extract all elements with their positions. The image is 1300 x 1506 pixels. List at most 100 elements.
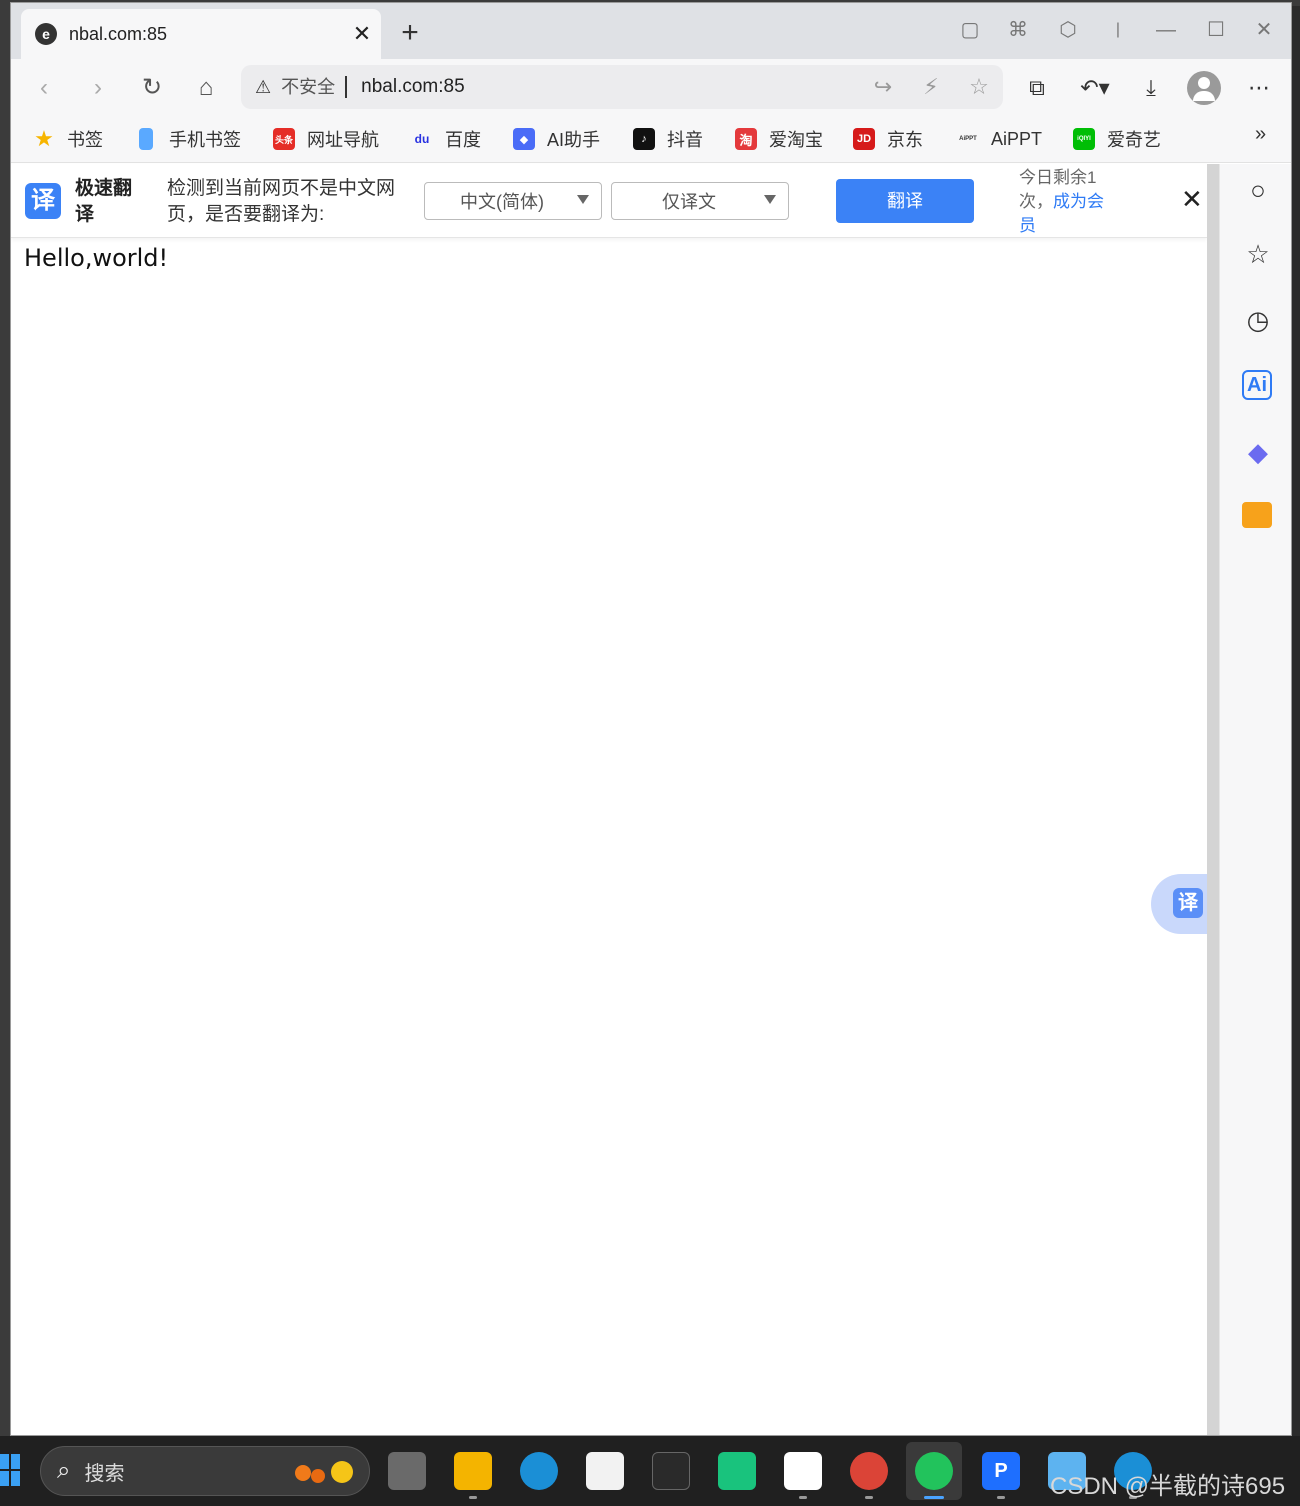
- persimmon-decoration-icon: [291, 1453, 361, 1489]
- running-indicator: [469, 1496, 477, 1499]
- translate-mode-select[interactable]: 仅译文: [611, 182, 789, 220]
- extensions-icon[interactable]: ⧉: [1019, 71, 1055, 105]
- running-indicator: [997, 1496, 1005, 1499]
- page-body-text: Hello,world!: [24, 244, 169, 272]
- bookmark-label: AI助手: [547, 130, 601, 150]
- target-language-select[interactable]: 中文(简体): [424, 182, 602, 220]
- wechat-icon[interactable]: [915, 1452, 953, 1490]
- favorites-star-icon[interactable]: ☆: [1242, 238, 1274, 270]
- bookmarks-more-button[interactable]: »: [1255, 123, 1266, 146]
- translate-product-name: 极速翻译: [75, 178, 133, 225]
- history-clock-icon[interactable]: ◷: [1242, 304, 1274, 336]
- undo-menu-icon[interactable]: ↶▾: [1077, 71, 1113, 105]
- bookmark-label: 爱奇艺: [1107, 130, 1161, 150]
- url-text[interactable]: nbal.com:85: [361, 76, 859, 98]
- csdn-watermark: CSDN @半截的诗695: [1050, 1473, 1286, 1500]
- baidu-paw-icon: du: [414, 132, 430, 146]
- browser-window: e nbal.com:85 ✕ + ▢ ⌘ ⬡ | — ☐ ✕ ‹ › ↻ ⌂ …: [10, 2, 1292, 1436]
- bookmark-item[interactable]: 手机书签: [135, 125, 241, 153]
- edge-icon[interactable]: [520, 1452, 558, 1490]
- game-controller-icon[interactable]: ◆: [1242, 436, 1274, 468]
- translate-close-icon[interactable]: ✕: [1181, 186, 1203, 212]
- taskbar-search-placeholder: 搜索: [84, 1462, 125, 1485]
- bookmark-item[interactable]: JD 京东: [853, 125, 923, 153]
- bookmark-item[interactable]: ★ 书签: [33, 125, 103, 153]
- microsoft-store-icon[interactable]: [586, 1452, 624, 1490]
- more-menu-icon[interactable]: ⋯: [1241, 71, 1277, 105]
- profile-avatar[interactable]: [1187, 71, 1221, 105]
- bookmark-item[interactable]: 淘 爱淘宝: [735, 125, 823, 153]
- home-icon[interactable]: ⌂: [189, 71, 223, 105]
- bookmark-label: 爱淘宝: [769, 130, 823, 150]
- jd-icon: JD: [853, 128, 875, 150]
- tab-active[interactable]: e nbal.com:85 ✕: [21, 9, 381, 59]
- new-tab-button[interactable]: +: [395, 15, 425, 51]
- bookmark-label: 京东: [887, 130, 923, 150]
- translate-button[interactable]: 翻译: [836, 179, 974, 223]
- reload-icon[interactable]: ↻: [135, 71, 169, 105]
- translate-message: 检测到当前网页不是中文网页，是否要翻译为:: [167, 178, 396, 225]
- address-bar[interactable]: ⚠ 不安全 nbal.com:85 ↪ ⚡ ☆: [241, 65, 1003, 109]
- bookmark-item[interactable]: iQIYI 爱奇艺: [1073, 125, 1161, 153]
- dropdown-arrow-icon: [764, 195, 776, 204]
- translate-bar: 译 极速翻译 检测到当前网页不是中文网页，是否要翻译为: 中文(简体) 仅译文 …: [11, 164, 1207, 238]
- running-indicator: [799, 1496, 807, 1499]
- bookmark-item[interactable]: 头条 网址导航: [273, 125, 379, 153]
- douyin-icon: ♪: [633, 128, 655, 150]
- back-icon[interactable]: ‹: [27, 71, 61, 105]
- aippt-icon: AiPPT: [959, 136, 977, 142]
- target-language-value: 中文(简体): [460, 192, 544, 212]
- translate-mode-value: 仅译文: [662, 192, 716, 212]
- share-icon[interactable]: ↪: [859, 74, 907, 100]
- favorite-star-icon[interactable]: ☆: [955, 74, 1003, 100]
- phone-icon: [139, 128, 153, 150]
- bookmark-item[interactable]: AiPPT AiPPT: [957, 125, 1042, 153]
- lightning-icon[interactable]: ⚡: [907, 74, 955, 100]
- window-close-icon[interactable]: ✕: [1251, 17, 1277, 43]
- ai-icon[interactable]: Ai: [1242, 370, 1272, 400]
- tab-title: nbal.com:85: [69, 23, 168, 44]
- vertical-scrollbar[interactable]: [1207, 164, 1219, 1435]
- chrome-icon[interactable]: [850, 1452, 888, 1490]
- warning-icon[interactable]: ⚠: [255, 77, 271, 98]
- edge-logo-icon: e: [35, 23, 57, 45]
- taskbar-search[interactable]: ⌕ 搜索: [40, 1446, 370, 1496]
- incognito-icon[interactable]: ⌘: [1005, 17, 1031, 43]
- baidu-netdisk-icon[interactable]: [784, 1452, 822, 1490]
- windows-start-icon[interactable]: [0, 1454, 22, 1488]
- forward-icon[interactable]: ›: [81, 71, 115, 105]
- tab-close-icon[interactable]: ✕: [347, 21, 377, 47]
- toolbox-icon[interactable]: [1242, 502, 1272, 528]
- ai-assistant-icon: ◆: [513, 128, 535, 150]
- translate-float-icon: 译: [1173, 888, 1203, 918]
- search-icon: ⌕: [57, 1457, 71, 1484]
- iqiyi-icon: iQIYI: [1073, 128, 1095, 150]
- task-view-icon[interactable]: [388, 1452, 426, 1490]
- dropdown-arrow-icon: [577, 195, 589, 204]
- bookmark-label: AiPPT: [991, 128, 1043, 149]
- separator-icon: |: [1115, 21, 1121, 38]
- security-label[interactable]: 不安全: [281, 76, 348, 98]
- unity-icon[interactable]: [652, 1452, 690, 1490]
- bookmark-label: 手机书签: [169, 130, 241, 150]
- tab-strip: e nbal.com:85 ✕ + ▢ ⌘ ⬡ | — ☐ ✕: [11, 3, 1291, 59]
- download-icon[interactable]: ⤓: [1133, 71, 1169, 105]
- file-explorer-icon[interactable]: [454, 1452, 492, 1490]
- bookmarks-bar: ★ 书签 手机书签 头条 网址导航 du 百度 ◆ AI助手 ♪ 抖音 淘 爱淘…: [11, 115, 1291, 163]
- tab-actions-icon[interactable]: ▢: [957, 17, 983, 43]
- bookmark-item[interactable]: ♪ 抖音: [633, 125, 703, 153]
- maximize-icon[interactable]: ☐: [1203, 17, 1229, 43]
- green-app-icon[interactable]: [718, 1452, 756, 1490]
- search-icon[interactable]: ○: [1242, 174, 1274, 206]
- minimize-icon[interactable]: —: [1153, 17, 1179, 43]
- bookmark-item[interactable]: du 百度: [411, 125, 481, 153]
- bookmark-item[interactable]: ◆ AI助手: [513, 125, 600, 153]
- hao-icon: 头条: [273, 128, 295, 150]
- skin-shirt-icon[interactable]: ⬡: [1055, 17, 1081, 43]
- taobao-icon: 淘: [735, 128, 757, 150]
- bookmark-label: 抖音: [667, 130, 703, 150]
- side-panel: ○ ☆ ◷ Ai ◆: [1219, 164, 1291, 1435]
- toolbar: ‹ › ↻ ⌂ ⚠ 不安全 nbal.com:85 ↪ ⚡ ☆ ⧉ ↶▾ ⤓ ⋯: [11, 59, 1291, 115]
- p-app-icon[interactable]: P: [982, 1452, 1020, 1490]
- bookmark-label: 书签: [67, 130, 103, 150]
